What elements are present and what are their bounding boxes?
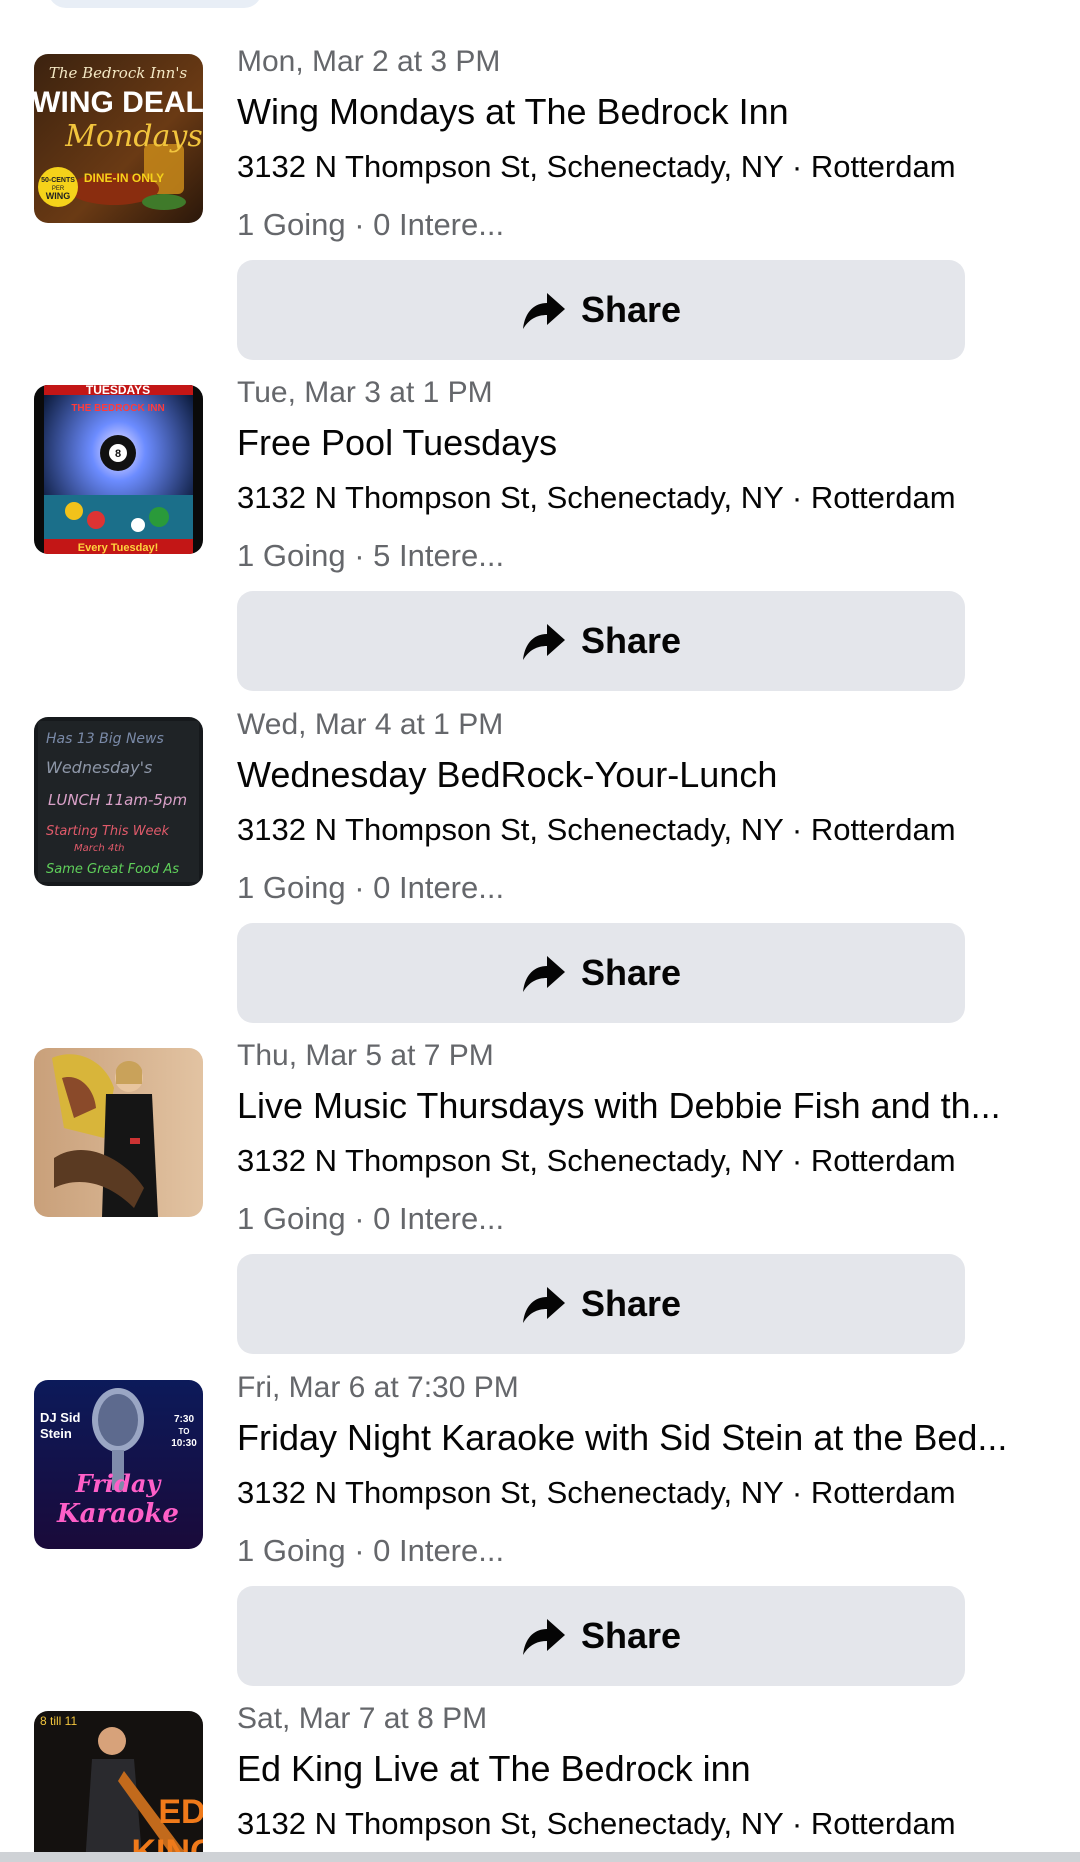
event-thumbnail-live-music[interactable] bbox=[34, 1048, 203, 1217]
events-list-page: The Bedrock Inn's WING DEAL Mondays 50-C… bbox=[0, 0, 1080, 1862]
karaoke-time-line3: 10:30 bbox=[171, 1438, 197, 1449]
event-title[interactable]: Friday Night Karaoke with Sid Stein at t… bbox=[237, 1416, 1037, 1460]
event-date: Sat, Mar 7 at 8 PM bbox=[237, 1702, 488, 1735]
event-address: 3132 N Thompson St, Schenectady, NY · Ro… bbox=[237, 1806, 956, 1841]
ed-king-time: 8 till 11 bbox=[40, 1714, 77, 1728]
share-label: Share bbox=[580, 952, 682, 993]
event-date: Fri, Mar 6 at 7:30 PM bbox=[237, 1371, 519, 1404]
wing-poster-line2: WING DEAL bbox=[34, 86, 203, 119]
wing-badge-bottom: WING bbox=[46, 191, 71, 201]
karaoke-time-line1: 7:30 bbox=[174, 1414, 194, 1425]
pool-poster-header: TUESDAYS bbox=[86, 385, 150, 397]
wing-poster-line1: The Bedrock Inn's bbox=[49, 64, 188, 82]
event-address: 3132 N Thompson St, Schenectady, NY · Ro… bbox=[237, 812, 956, 847]
wing-deal-poster-image: The Bedrock Inn's WING DEAL Mondays 50-C… bbox=[34, 54, 203, 223]
svg-text:8: 8 bbox=[115, 448, 121, 460]
share-button[interactable]: Share bbox=[237, 260, 965, 360]
karaoke-dj-line1: DJ Sid bbox=[40, 1410, 81, 1425]
share-arrow-icon bbox=[522, 956, 565, 992]
event-stats: 1 Going · 0 Intere... bbox=[237, 207, 505, 242]
event-thumbnail-wing-mondays[interactable]: The Bedrock Inn's WING DEAL Mondays 50-C… bbox=[34, 54, 203, 223]
chalk-line2: Wednesday's bbox=[46, 758, 152, 777]
chalk-line4: Starting This Week bbox=[46, 824, 170, 839]
pool-poster-footer: Every Tuesday! bbox=[78, 542, 159, 554]
event-date: Mon, Mar 2 at 3 PM bbox=[237, 45, 501, 78]
event-item[interactable]: DJ Sid Stein 7:30 TO 10:30 Friday Karaok… bbox=[0, 1370, 1080, 1701]
event-address: 3132 N Thompson St, Schenectady, NY · Ro… bbox=[237, 1143, 956, 1178]
event-item[interactable]: 8 TUESDAYS THE BEDROCK INN Every Tuesday… bbox=[0, 375, 1080, 706]
event-title[interactable]: Wing Mondays at The Bedrock Inn bbox=[237, 90, 1037, 134]
event-address: 3132 N Thompson St, Schenectady, NY · Ro… bbox=[237, 1475, 956, 1510]
event-thumbnail-karaoke[interactable]: DJ Sid Stein 7:30 TO 10:30 Friday Karaok… bbox=[34, 1380, 203, 1549]
event-stats: 1 Going · 0 Intere... bbox=[237, 870, 505, 905]
event-thumbnail-wednesday-lunch[interactable]: Has 13 Big News Wednesday's LUNCH 11am-5… bbox=[34, 717, 203, 886]
event-date: Wed, Mar 4 at 1 PM bbox=[237, 708, 504, 741]
event-item[interactable]: The Bedrock Inn's WING DEAL Mondays 50-C… bbox=[0, 44, 1080, 375]
karaoke-word1: Friday bbox=[75, 1469, 163, 1498]
event-thumbnail-free-pool[interactable]: 8 TUESDAYS THE BEDROCK INN Every Tuesday… bbox=[34, 385, 203, 554]
wing-badge-top: 50-CENTS bbox=[41, 177, 75, 184]
karaoke-word2: Karaoke bbox=[56, 1499, 179, 1529]
event-stats: 1 Going · 5 Intere... bbox=[237, 538, 505, 573]
share-label: Share bbox=[580, 1615, 682, 1656]
share-button[interactable]: Share bbox=[237, 591, 965, 691]
pool-poster-image: 8 TUESDAYS THE BEDROCK INN Every Tuesday… bbox=[34, 385, 203, 554]
share-arrow-icon bbox=[522, 624, 565, 660]
share-button[interactable]: Share bbox=[237, 1586, 965, 1686]
event-stats: 1 Going · 0 Intere... bbox=[237, 1533, 505, 1568]
share-arrow-icon bbox=[522, 1619, 565, 1655]
performer-photo-image bbox=[34, 1048, 203, 1217]
event-item[interactable]: 8 till 11 ED KING Sat, Mar 7 at 8 PM Ed … bbox=[0, 1701, 1080, 1862]
event-address: 3132 N Thompson St, Schenectady, NY · Ro… bbox=[237, 480, 956, 515]
wing-poster-line3: Mondays bbox=[64, 119, 203, 154]
ed-king-poster-image: 8 till 11 ED KING bbox=[34, 1711, 203, 1862]
share-button[interactable]: Share bbox=[237, 923, 965, 1023]
event-item[interactable]: Has 13 Big News Wednesday's LUNCH 11am-5… bbox=[0, 707, 1080, 1038]
karaoke-time-line2: TO bbox=[179, 1427, 190, 1436]
share-arrow-icon bbox=[522, 293, 565, 329]
share-label: Share bbox=[580, 1283, 682, 1324]
chalk-line5: March 4th bbox=[74, 843, 125, 854]
chalk-line3: LUNCH 11am-5pm bbox=[48, 791, 187, 809]
event-item[interactable]: Thu, Mar 5 at 7 PM Live Music Thursdays … bbox=[0, 1038, 1080, 1369]
share-button[interactable]: Share bbox=[237, 1254, 965, 1354]
chalk-line6: Same Great Food As bbox=[46, 862, 179, 877]
event-title[interactable]: Free Pool Tuesdays bbox=[237, 421, 1037, 465]
chalk-line1: Has 13 Big News bbox=[46, 731, 164, 747]
event-date: Tue, Mar 3 at 1 PM bbox=[237, 376, 493, 409]
share-label: Share bbox=[580, 620, 682, 661]
event-title[interactable]: Live Music Thursdays with Debbie Fish an… bbox=[237, 1084, 1037, 1128]
bottom-edge-bar bbox=[0, 1852, 1080, 1862]
share-arrow-icon bbox=[522, 1287, 565, 1323]
ed-king-word1: ED bbox=[158, 1793, 203, 1831]
karaoke-dj-line2: Stein bbox=[40, 1426, 72, 1441]
event-title[interactable]: Ed King Live at The Bedrock inn bbox=[237, 1747, 1037, 1791]
wing-poster-tag: DINE-IN ONLY bbox=[84, 171, 164, 185]
event-date: Thu, Mar 5 at 7 PM bbox=[237, 1039, 494, 1072]
event-title[interactable]: Wednesday BedRock-Your-Lunch bbox=[237, 753, 1037, 797]
share-label: Share bbox=[580, 289, 682, 330]
event-address: 3132 N Thompson St, Schenectady, NY · Ro… bbox=[237, 149, 956, 184]
event-stats: 1 Going · 0 Intere... bbox=[237, 1201, 505, 1236]
pool-poster-sub: THE BEDROCK INN bbox=[71, 403, 164, 414]
chalkboard-poster-image: Has 13 Big News Wednesday's LUNCH 11am-5… bbox=[34, 717, 203, 886]
karaoke-poster-image: DJ Sid Stein 7:30 TO 10:30 Friday Karaok… bbox=[34, 1380, 203, 1549]
event-thumbnail-ed-king[interactable]: 8 till 11 ED KING bbox=[34, 1711, 203, 1862]
top-filter-chip[interactable] bbox=[48, 0, 262, 8]
